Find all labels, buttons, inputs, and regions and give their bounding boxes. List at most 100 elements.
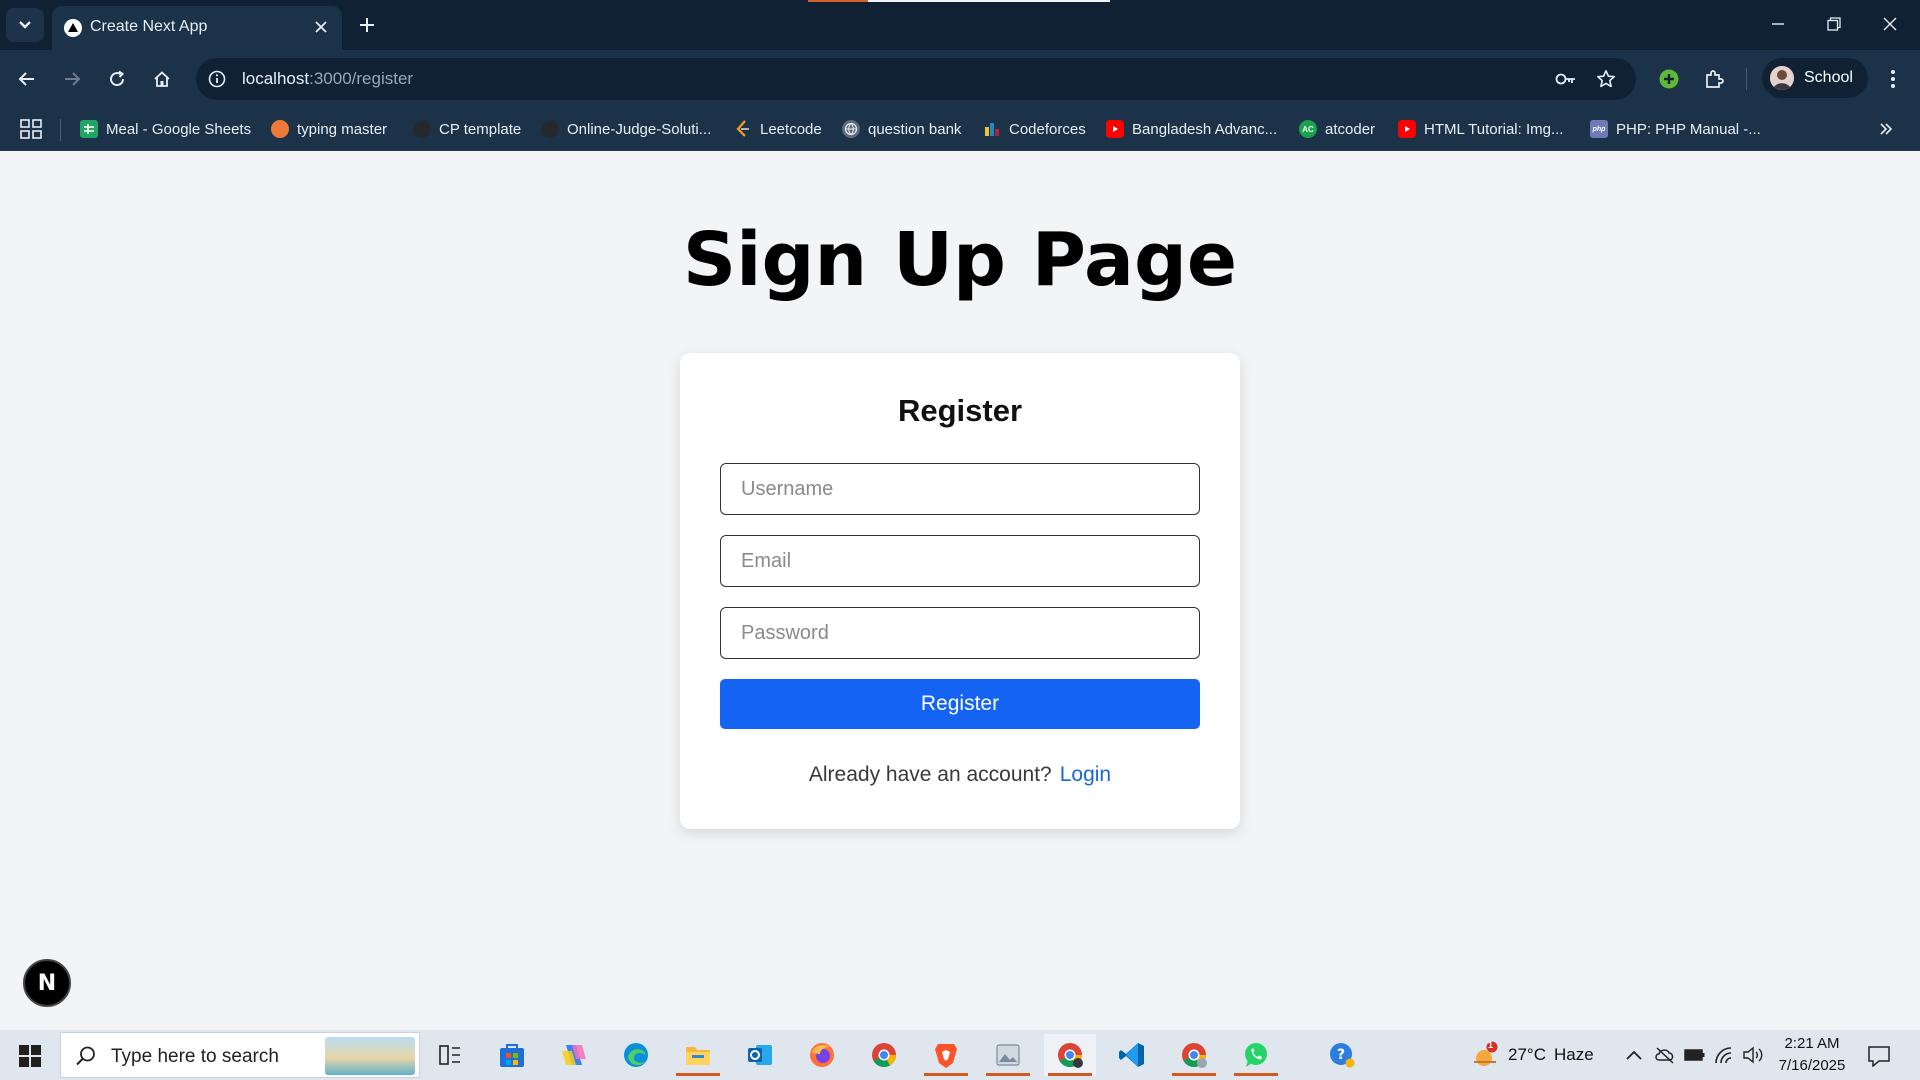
svg-text:?: ? bbox=[1337, 1047, 1345, 1063]
windows-taskbar: Type here to search ? 1 27°C Haze 2:21 A… bbox=[0, 1030, 1920, 1080]
php-icon: php bbox=[1590, 120, 1608, 138]
forward-arrow-icon[interactable] bbox=[55, 62, 89, 96]
clock-date: 7/16/2025 bbox=[1778, 1057, 1846, 1074]
url-text[interactable]: localhost:3000/register bbox=[242, 69, 413, 89]
bookmark-php-manual[interactable]: php PHP: PHP Manual -... bbox=[1590, 118, 1761, 140]
running-indicator bbox=[1234, 1073, 1278, 1076]
restore-icon[interactable] bbox=[1811, 8, 1857, 40]
login-link[interactable]: Login bbox=[1060, 763, 1111, 786]
clock-time: 2:21 AM bbox=[1784, 1035, 1840, 1052]
url-host: localhost bbox=[242, 69, 310, 88]
weather-condition[interactable]: Haze bbox=[1554, 1045, 1594, 1065]
register-button[interactable]: Register bbox=[720, 679, 1200, 729]
bookmark-question-bank[interactable]: question bank bbox=[842, 118, 961, 140]
nextjs-dev-indicator[interactable]: N bbox=[23, 959, 71, 1007]
task-view-icon[interactable] bbox=[424, 1034, 476, 1076]
typing-master-icon bbox=[271, 120, 289, 138]
running-indicator bbox=[1172, 1073, 1216, 1076]
windows-start-icon[interactable] bbox=[8, 1038, 52, 1074]
github-icon bbox=[541, 120, 559, 138]
bookmark-meal-google-sheets[interactable]: Meal - Google Sheets bbox=[80, 118, 251, 140]
page-viewport: Sign Up Page Register Register Already h… bbox=[0, 151, 1920, 1030]
copilot-icon[interactable] bbox=[548, 1034, 600, 1076]
password-key-icon[interactable] bbox=[1554, 67, 1578, 91]
taskbar-clock[interactable]: 2:21 AM 7/16/2025 bbox=[1765, 1033, 1859, 1077]
search-icon bbox=[75, 1045, 97, 1067]
close-window-icon[interactable] bbox=[1867, 8, 1913, 40]
brave-icon[interactable] bbox=[920, 1034, 972, 1076]
globe-icon bbox=[842, 120, 860, 138]
firefox-icon[interactable] bbox=[796, 1034, 848, 1076]
bookmark-label: Codeforces bbox=[1009, 120, 1086, 138]
email-field[interactable] bbox=[720, 535, 1200, 587]
wifi-icon[interactable] bbox=[1714, 1044, 1736, 1066]
outlook-icon[interactable] bbox=[734, 1034, 786, 1076]
get-help-icon[interactable]: ? bbox=[1316, 1034, 1368, 1076]
tab-loading-indicator-track bbox=[868, 0, 1110, 2]
address-bar[interactable]: localhost:3000/register bbox=[196, 58, 1636, 100]
back-arrow-icon[interactable] bbox=[10, 62, 44, 96]
chevron-up-icon[interactable] bbox=[1623, 1044, 1645, 1066]
chevron-down-icon bbox=[19, 21, 31, 29]
running-indicator bbox=[1048, 1073, 1092, 1076]
chrome-second-profile-icon[interactable] bbox=[1168, 1034, 1220, 1076]
login-prompt-text: Already have an account? bbox=[808, 763, 1052, 786]
browser-titlebar: Create Next App bbox=[0, 0, 1920, 50]
search-placeholder: Type here to search bbox=[111, 1046, 279, 1067]
browser-toolbar: localhost:3000/register School bbox=[0, 50, 1920, 107]
tab-search-button[interactable] bbox=[6, 8, 44, 42]
taskbar-search-input[interactable]: Type here to search bbox=[60, 1032, 420, 1078]
tab-create-next-app[interactable]: Create Next App bbox=[52, 6, 342, 50]
volume-icon[interactable] bbox=[1742, 1044, 1764, 1066]
weather-icon[interactable]: 1 bbox=[1470, 1040, 1500, 1070]
running-indicator bbox=[986, 1073, 1030, 1076]
bookmark-codeforces[interactable]: Codeforces bbox=[983, 118, 1086, 140]
github-icon bbox=[413, 120, 431, 138]
whatsapp-icon[interactable] bbox=[1230, 1034, 1282, 1076]
atcoder-icon: AC bbox=[1299, 120, 1317, 138]
onedrive-offline-icon[interactable] bbox=[1654, 1044, 1676, 1066]
browser-menu-icon[interactable] bbox=[1876, 62, 1910, 96]
chevron-double-right-icon[interactable] bbox=[1874, 117, 1898, 141]
bookmarks-bar: Meal - Google Sheets typing master CP te… bbox=[0, 107, 1920, 151]
bookmarks-divider bbox=[60, 119, 61, 141]
profile-button[interactable]: School bbox=[1762, 58, 1868, 98]
login-prompt-row: Already have an account? Login bbox=[680, 763, 1240, 787]
file-explorer-icon[interactable] bbox=[672, 1034, 724, 1076]
bookmark-online-judge-solutions[interactable]: Online-Judge-Soluti... bbox=[541, 118, 711, 140]
weather-alert-badge: 1 bbox=[1488, 1040, 1494, 1050]
bookmark-label: typing master bbox=[297, 120, 388, 138]
photos-icon[interactable] bbox=[982, 1034, 1034, 1076]
avatar bbox=[1770, 66, 1794, 90]
bookmark-typing-master[interactable]: typing master bbox=[271, 118, 387, 140]
notifications-icon[interactable] bbox=[1866, 1043, 1892, 1069]
running-indicator bbox=[924, 1073, 968, 1076]
weather-temperature[interactable]: 27°C bbox=[1508, 1045, 1546, 1065]
youtube-icon bbox=[1398, 120, 1416, 138]
bookmark-html-tutorial[interactable]: HTML Tutorial: Img... bbox=[1398, 118, 1563, 140]
vscode-icon[interactable] bbox=[1106, 1034, 1158, 1076]
site-info-icon[interactable] bbox=[206, 68, 228, 90]
microsoft-store-icon[interactable] bbox=[486, 1034, 538, 1076]
reload-icon[interactable] bbox=[100, 62, 134, 96]
bookmark-leetcode[interactable]: Leetcode bbox=[734, 118, 822, 140]
close-tab-icon[interactable] bbox=[310, 16, 332, 38]
bookmark-label: question bank bbox=[868, 120, 962, 138]
username-field[interactable] bbox=[720, 463, 1200, 515]
chrome-icon[interactable] bbox=[858, 1034, 910, 1076]
apps-grid-icon[interactable] bbox=[20, 119, 44, 139]
bookmark-cp-template[interactable]: CP template bbox=[413, 118, 521, 140]
toolbar-separator bbox=[1746, 68, 1747, 90]
chrome-profile-icon[interactable] bbox=[1044, 1034, 1096, 1076]
password-field[interactable] bbox=[720, 607, 1200, 659]
minimize-icon[interactable] bbox=[1755, 8, 1801, 40]
extensions-puzzle-icon[interactable] bbox=[1697, 62, 1731, 96]
new-tab-plus-icon[interactable] bbox=[352, 10, 382, 40]
bookmark-atcoder[interactable]: AC atcoder bbox=[1299, 118, 1375, 140]
edge-icon[interactable] bbox=[610, 1034, 662, 1076]
bookmark-bangladesh-advanced[interactable]: Bangladesh Advanc... bbox=[1106, 118, 1277, 140]
bookmark-star-icon[interactable] bbox=[1594, 67, 1618, 91]
extension-green-icon[interactable] bbox=[1652, 62, 1686, 96]
battery-icon[interactable] bbox=[1684, 1044, 1706, 1066]
home-icon[interactable] bbox=[145, 62, 179, 96]
